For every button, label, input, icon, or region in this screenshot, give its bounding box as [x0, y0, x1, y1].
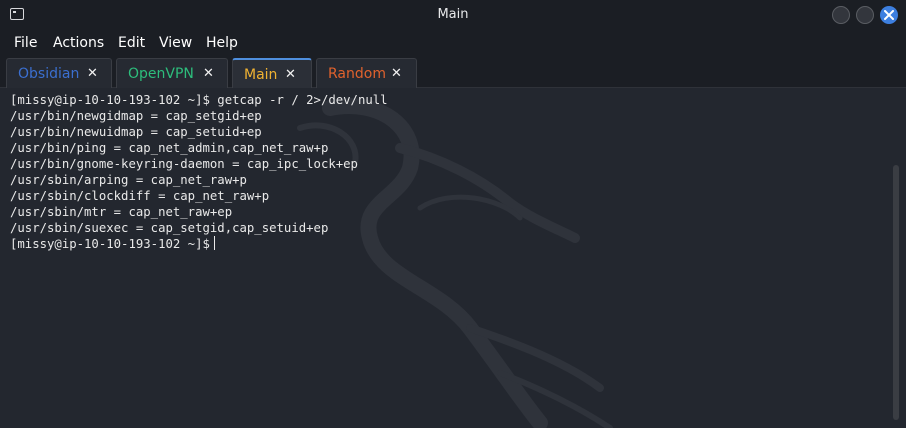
prompt-line[interactable]: [missy@ip-10-10-193-102 ~]$: [10, 236, 388, 252]
prompt: [missy@ip-10-10-193-102 ~]$: [10, 237, 210, 251]
tab-close-icon[interactable]: ✕: [391, 66, 402, 81]
tab-label: Obsidian: [18, 66, 80, 82]
terminal-text: [missy@ip-10-10-193-102 ~]$ getcap -r / …: [10, 92, 388, 252]
tab-openvpn[interactable]: OpenVPN ✕: [116, 58, 228, 88]
tab-random[interactable]: Random ✕: [316, 58, 417, 88]
title-bar[interactable]: Main: [0, 0, 906, 30]
terminal-line: /usr/bin/gnome-keyring-daemon = cap_ipc_…: [10, 157, 358, 171]
scrollbar[interactable]: [893, 165, 899, 420]
terminal-line: [missy@ip-10-10-193-102 ~]$ getcap -r / …: [10, 93, 388, 107]
menu-edit[interactable]: Edit: [118, 35, 145, 51]
terminal-line: /usr/sbin/suexec = cap_setgid,cap_setuid…: [10, 221, 329, 235]
text-cursor: [213, 236, 215, 250]
window-title: Main: [437, 7, 469, 22]
tab-bar: Obsidian ✕ OpenVPN ✕ Main ✕ Random ✕: [0, 56, 906, 88]
tab-close-icon[interactable]: ✕: [87, 66, 98, 81]
terminal-line: /usr/sbin/arping = cap_net_raw+p: [10, 173, 247, 187]
terminal-line: /usr/sbin/mtr = cap_net_raw+ep: [10, 205, 233, 219]
menu-bar: File Actions Edit View Help: [0, 30, 906, 56]
tab-label: Random: [328, 66, 386, 82]
tab-obsidian[interactable]: Obsidian ✕: [6, 58, 112, 88]
menu-help[interactable]: Help: [206, 35, 238, 51]
terminal-line: /usr/bin/ping = cap_net_admin,cap_net_ra…: [10, 141, 329, 155]
terminal-output[interactable]: [missy@ip-10-10-193-102 ~]$ getcap -r / …: [0, 88, 906, 428]
menu-actions[interactable]: Actions: [53, 35, 104, 51]
tab-main[interactable]: Main ✕: [232, 58, 312, 88]
menu-view[interactable]: View: [159, 35, 192, 51]
terminal-line: /usr/sbin/clockdiff = cap_net_raw+p: [10, 189, 270, 203]
close-window-button[interactable]: [880, 6, 898, 24]
minimize-button[interactable]: [832, 6, 850, 24]
tab-label: Main: [244, 67, 278, 83]
close-icon: [884, 10, 894, 20]
tab-close-icon[interactable]: ✕: [285, 67, 296, 82]
terminal-window: Main File Actions Edit View Help Obsidia…: [0, 0, 906, 428]
terminal-line: /usr/bin/newuidmap = cap_setuid+ep: [10, 125, 262, 139]
tab-close-icon[interactable]: ✕: [203, 66, 214, 81]
terminal-line: /usr/bin/newgidmap = cap_setgid+ep: [10, 109, 262, 123]
tab-label: OpenVPN: [128, 66, 194, 82]
maximize-button[interactable]: [856, 6, 874, 24]
menu-file[interactable]: File: [14, 35, 37, 51]
